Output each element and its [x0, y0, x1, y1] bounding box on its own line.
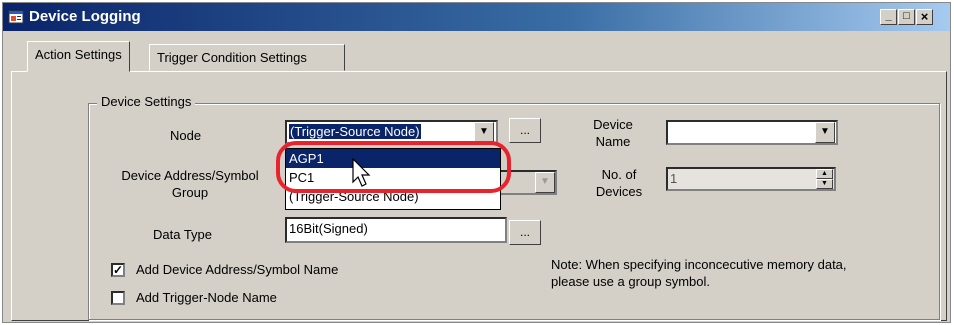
device-settings-label: Device Settings [97, 94, 196, 109]
chevron-down-icon: ▼ [820, 126, 830, 137]
tab-action-settings[interactable]: Action Settings [27, 41, 130, 72]
no-of-devices-label: No. of Devices [595, 167, 643, 199]
data-type-browse-button[interactable]: ... [509, 220, 541, 245]
device-address-dropdown-button[interactable]: ▼ [535, 172, 555, 193]
node-selected-value: (Trigger-Source Node) [289, 124, 421, 139]
add-device-address-label: Add Device Address/Symbol Name [136, 262, 339, 277]
spin-up-button[interactable]: ▲ [816, 169, 833, 179]
device-name-select[interactable] [666, 120, 838, 145]
device-name-dropdown-button[interactable]: ▼ [815, 122, 835, 143]
window-app-icon [8, 10, 24, 24]
tab-trigger-condition-settings[interactable]: Trigger Condition Settings [149, 44, 345, 71]
chevron-down-icon: ▼ [479, 126, 489, 137]
maximize-button[interactable]: □ [898, 9, 915, 25]
close-button[interactable]: × [916, 9, 933, 25]
node-label: Node [170, 128, 202, 143]
data-type-label: Data Type [153, 227, 213, 242]
chevron-down-icon: ▼ [540, 176, 550, 187]
title-bar[interactable]: Device Logging _ □ × [3, 3, 950, 31]
device-address-label: Device Address/Symbol Group [121, 168, 259, 200]
data-type-field[interactable]: 16Bit(Signed) [285, 217, 507, 243]
spin-down-button[interactable]: ▼ [816, 179, 833, 189]
add-device-address-checkbox[interactable]: ✓ [111, 263, 125, 277]
add-trigger-node-checkbox[interactable] [111, 291, 125, 305]
device-name-label: Device Name [593, 117, 633, 149]
node-dropdown-button[interactable]: ▼ [474, 122, 494, 142]
node-browse-button[interactable]: ... [509, 118, 541, 143]
note-text: Note: When specifying inconcecutive memo… [551, 257, 847, 289]
add-trigger-node-label: Add Trigger-Node Name [136, 290, 277, 305]
highlight-annotation [276, 141, 511, 193]
pointer-cursor-icon [352, 158, 371, 187]
minimize-button[interactable]: _ [880, 9, 897, 25]
no-of-devices-input[interactable]: 1 [666, 167, 836, 191]
window-title: Device Logging [29, 8, 141, 25]
